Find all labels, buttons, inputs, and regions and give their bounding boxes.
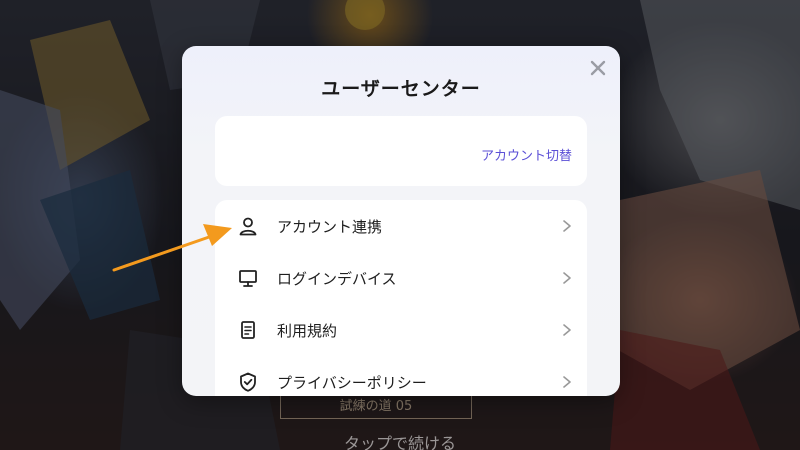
menu-item-account-link[interactable]: アカウント連携 — [215, 200, 587, 252]
menu-item-login-devices[interactable]: ログインデバイス — [215, 252, 587, 304]
switch-account-link[interactable]: アカウント切替 — [481, 145, 572, 164]
shield-check-icon — [240, 372, 256, 392]
menu-item-label: プライバシーポリシー — [277, 374, 427, 392]
chevron-right-icon — [563, 324, 571, 336]
chevron-right-icon — [563, 376, 571, 388]
close-button[interactable] — [588, 58, 608, 78]
dialog-title: ユーザーセンター — [321, 78, 481, 100]
menu-item-label: 利用規約 — [277, 322, 338, 340]
menu-list: アカウント連携 ログインデバイス 利用規約 プライバシーポリシー — [215, 200, 587, 396]
user-icon — [239, 217, 257, 236]
document-icon — [241, 321, 255, 339]
menu-item-label: ログインデバイス — [277, 270, 397, 288]
stage-ribbon: 試練の道 05 — [280, 395, 472, 419]
tap-to-continue-text[interactable]: タップで続ける — [0, 430, 800, 450]
close-icon — [590, 60, 606, 76]
monitor-icon — [239, 270, 257, 287]
chevron-right-icon — [563, 272, 571, 284]
menu-item-terms[interactable]: 利用規約 — [215, 304, 587, 356]
user-center-dialog: ユーザーセンター アカウント切替 アカウント連携 ログインデバイス 利用規約 プ… — [182, 46, 620, 396]
menu-item-label: アカウント連携 — [277, 218, 383, 236]
chevron-right-icon — [563, 220, 571, 232]
menu-item-privacy-policy[interactable]: プライバシーポリシー — [215, 356, 587, 396]
account-card: アカウント切替 — [215, 116, 587, 186]
